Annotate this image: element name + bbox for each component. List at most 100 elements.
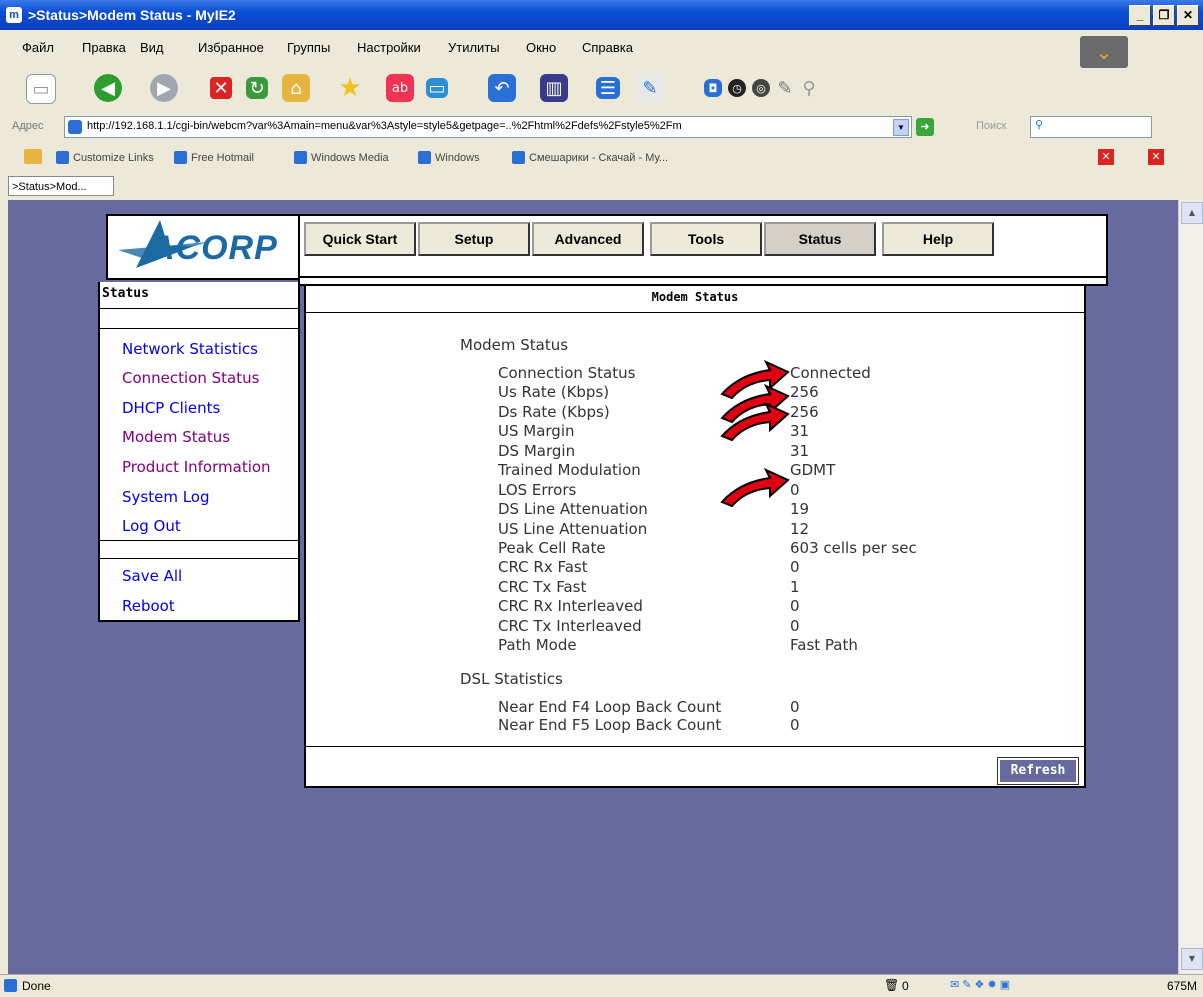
- go-icon[interactable]: ➜: [916, 118, 934, 136]
- nav-help[interactable]: Help: [882, 222, 994, 256]
- minimize-button[interactable]: _: [1129, 5, 1151, 26]
- logo-text: ACORP: [150, 229, 278, 267]
- view-icon[interactable]: ◘: [704, 79, 722, 97]
- address-label: Адрес: [12, 120, 44, 132]
- list-icon[interactable]: ☰: [596, 77, 620, 99]
- sidebar-save-all[interactable]: Save All: [122, 567, 182, 585]
- close-tab-icon[interactable]: ✕: [1098, 149, 1114, 165]
- tools-icon[interactable]: ▥: [540, 74, 568, 102]
- nav-quick-start[interactable]: Quick Start: [304, 222, 416, 256]
- menu-groups[interactable]: Группы: [287, 40, 330, 55]
- search-input[interactable]: ⚲: [1030, 116, 1152, 138]
- row-value: 0: [790, 716, 800, 734]
- forward-icon[interactable]: ▶: [150, 74, 178, 102]
- nav-advanced[interactable]: Advanced: [532, 222, 644, 256]
- row-label: US Line Attenuation: [498, 520, 648, 538]
- link-smeshariki[interactable]: Смешарики - Скачай - Му...: [512, 151, 668, 164]
- menu-tools[interactable]: Утилиты: [448, 40, 500, 55]
- link-windows[interactable]: Windows: [418, 151, 480, 164]
- sidebar-link-network-statistics[interactable]: Network Statistics: [122, 340, 258, 358]
- menu-favorites[interactable]: Избранное: [198, 40, 264, 55]
- ie-link-icon: [56, 151, 69, 164]
- sidebar-reboot[interactable]: Reboot: [122, 597, 175, 615]
- close-all-icon[interactable]: ✕: [1148, 149, 1164, 165]
- globe-icon[interactable]: ◎: [752, 79, 770, 97]
- row-value: 12: [790, 520, 810, 538]
- menu-help[interactable]: Справка: [582, 40, 633, 55]
- menu-settings[interactable]: Настройки: [357, 40, 421, 55]
- tab-status[interactable]: >Status>Mod...: [8, 176, 114, 196]
- address-input[interactable]: http://192.168.1.1/cgi-bin/webcm?var%3Am…: [64, 116, 912, 138]
- refresh-icon[interactable]: ↻: [246, 77, 268, 99]
- nav-setup[interactable]: Setup: [418, 222, 530, 256]
- sidebar-divider: [100, 540, 298, 541]
- row-value: 0: [790, 617, 800, 635]
- restore-button[interactable]: ❐: [1153, 5, 1175, 26]
- translate-icon[interactable]: ab: [386, 74, 414, 102]
- scroll-up-icon[interactable]: ▲: [1181, 202, 1203, 224]
- clock-icon[interactable]: ◷: [728, 79, 746, 97]
- row-value: 31: [790, 422, 810, 440]
- ie-page-icon: [68, 120, 82, 134]
- sidebar-title: Status: [102, 286, 149, 301]
- app-icon: m: [6, 7, 22, 23]
- arrow-annotation-icon: [720, 402, 790, 442]
- sidebar-link-system-log[interactable]: System Log: [122, 488, 210, 506]
- status-bar: Done 🗑 0 ✉ ✎ ❖ ✹ ▣ 675M: [0, 974, 1203, 997]
- link-hotmail[interactable]: Free Hotmail: [174, 151, 254, 164]
- row-value: Fast Path: [790, 636, 858, 654]
- status-count: 0: [902, 979, 909, 993]
- back-icon[interactable]: ◀: [94, 74, 122, 102]
- menu-file[interactable]: Файл: [22, 40, 54, 55]
- sidebar-divider: [100, 328, 298, 329]
- content-divider: [306, 746, 1084, 747]
- favorites-star-icon[interactable]: ★: [336, 73, 364, 103]
- link-windows-media[interactable]: Windows Media: [294, 151, 389, 164]
- sidebar-link-modem-status[interactable]: Modem Status: [122, 428, 230, 446]
- window-controls: _ ❐ ✕: [1129, 5, 1199, 26]
- row-value: 603 cells per sec: [790, 539, 917, 557]
- address-url[interactable]: http://192.168.1.1/cgi-bin/webcm?var%3Am…: [87, 120, 887, 132]
- row-label: Connection Status: [498, 364, 636, 382]
- menu-edit[interactable]: Правка: [82, 40, 126, 55]
- row-value: 256: [790, 383, 819, 401]
- row-value: Connected: [790, 364, 871, 382]
- trash-icon[interactable]: 🗑: [884, 978, 899, 992]
- page-viewport: ACORP Quick Start Setup Advanced Tools S…: [8, 200, 1178, 974]
- ie-link-icon: [418, 151, 431, 164]
- router-nav: Quick Start Setup Advanced Tools Status …: [298, 214, 1108, 286]
- row-label: Near End F5 Loop Back Count: [498, 716, 722, 734]
- row-label: Peak Cell Rate: [498, 539, 606, 557]
- close-button[interactable]: ✕: [1177, 5, 1199, 26]
- home-icon[interactable]: ⌂: [282, 74, 310, 102]
- pen-icon[interactable]: ✎: [776, 78, 794, 99]
- sidebar-link-dhcp-clients[interactable]: DHCP Clients: [122, 399, 220, 417]
- nav-divider: [300, 276, 1106, 278]
- new-page-icon[interactable]: ▭: [26, 74, 56, 104]
- row-label: Us Rate (Kbps): [498, 383, 610, 401]
- nav-tools[interactable]: Tools: [650, 222, 762, 256]
- window-icon[interactable]: ▭: [426, 78, 448, 99]
- toolbar: ▭ ◀ ▶ ✕ ↻ ⌂ ★ ab ▭ ↶ ▥ ☰ ✎ ◘ ◷ ◎ ✎ ⚲: [0, 66, 1203, 112]
- folder-icon[interactable]: [24, 149, 42, 164]
- row-value: 19: [790, 500, 810, 518]
- sidebar-link-product-information[interactable]: Product Information: [122, 458, 271, 476]
- row-label: LOS Errors: [498, 481, 577, 499]
- ghost-icon[interactable]: ⚲: [800, 78, 818, 99]
- stop-icon[interactable]: ✕: [210, 77, 232, 99]
- ie-link-icon: [174, 151, 187, 164]
- sidebar-link-log-out[interactable]: Log Out: [122, 517, 181, 535]
- menu-window[interactable]: Окно: [526, 40, 556, 55]
- scroll-down-icon[interactable]: ▼: [1181, 948, 1203, 970]
- link-customize[interactable]: Customize Links: [56, 151, 154, 164]
- modem-section-title: Modem Status: [460, 336, 569, 354]
- menu-view[interactable]: Вид: [140, 40, 164, 55]
- nav-status[interactable]: Status: [764, 222, 876, 256]
- status-text: Done: [22, 979, 51, 993]
- vertical-scrollbar[interactable]: ▲ ▼: [1178, 200, 1203, 974]
- refresh-button[interactable]: Refresh: [997, 757, 1079, 785]
- address-dropdown-icon[interactable]: ▼: [893, 119, 909, 136]
- undo-icon[interactable]: ↶: [488, 74, 516, 102]
- sidebar-link-connection-status[interactable]: Connection Status: [122, 369, 259, 387]
- edit-icon[interactable]: ✎: [636, 74, 664, 102]
